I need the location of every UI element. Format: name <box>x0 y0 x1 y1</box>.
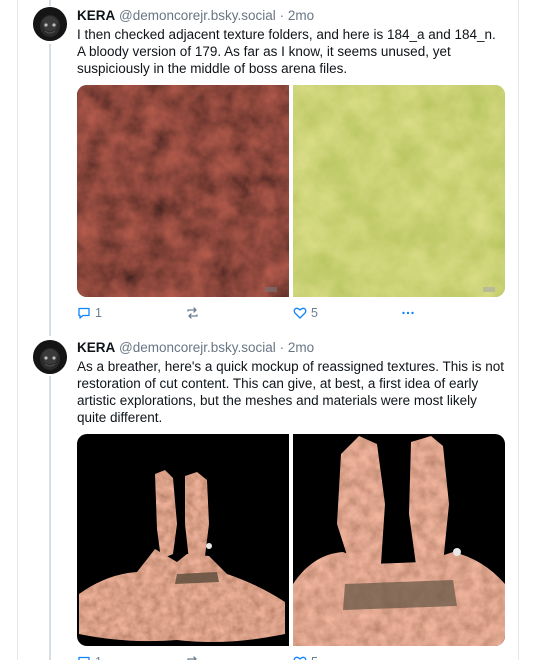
like-count: 5 <box>311 306 318 320</box>
post-images <box>77 434 505 646</box>
reply-button[interactable]: 1 <box>77 655 102 660</box>
separator: · <box>279 340 285 355</box>
like-button[interactable]: 5 <box>293 306 318 320</box>
post-header: KERA @demoncorejr.bsky.social · 2mo <box>77 340 314 355</box>
more-icon <box>402 311 414 315</box>
repost-button[interactable] <box>185 655 200 660</box>
repost-button[interactable] <box>185 306 200 320</box>
separator: · <box>279 8 285 23</box>
image-rock-arch-wide[interactable] <box>77 434 289 646</box>
post-actions: 1 5 <box>77 306 427 322</box>
image-texture-green-normal[interactable] <box>293 85 505 297</box>
reply-icon <box>78 656 90 660</box>
post-2[interactable]: KERA @demoncorejr.bsky.social · 2mo As a… <box>0 330 540 660</box>
reply-icon <box>78 307 90 319</box>
reply-count: 1 <box>95 655 102 660</box>
like-count: 5 <box>311 655 318 660</box>
post-1[interactable]: KERA @demoncorejr.bsky.social · 2mo I th… <box>0 0 540 325</box>
author-name[interactable]: KERA <box>77 8 115 23</box>
post-text: As a breather, here's a quick mockup of … <box>77 359 505 425</box>
repost-icon <box>187 656 197 660</box>
author-handle[interactable]: @demoncorejr.bsky.social <box>119 8 276 23</box>
image-rock-arch-close[interactable] <box>293 434 505 646</box>
reply-button[interactable]: 1 <box>77 306 102 320</box>
post-time[interactable]: 2mo <box>288 340 314 355</box>
post-actions: 1 5 <box>77 655 427 660</box>
heart-icon <box>293 307 307 319</box>
post-time[interactable]: 2mo <box>288 8 314 23</box>
author-name[interactable]: KERA <box>77 340 115 355</box>
image-texture-dark-red[interactable] <box>77 85 289 297</box>
author-handle[interactable]: @demoncorejr.bsky.social <box>119 340 276 355</box>
avatar[interactable] <box>33 7 67 41</box>
more-options-button[interactable] <box>401 306 415 320</box>
repost-icon <box>187 307 198 319</box>
heart-icon <box>293 656 307 660</box>
avatar[interactable] <box>33 340 67 374</box>
post-text: I then checked adjacent texture folders,… <box>77 27 496 76</box>
post-images <box>77 85 505 297</box>
reply-count: 1 <box>95 306 102 320</box>
like-button[interactable]: 5 <box>293 655 318 660</box>
post-header: KERA @demoncorejr.bsky.social · 2mo <box>77 8 314 23</box>
